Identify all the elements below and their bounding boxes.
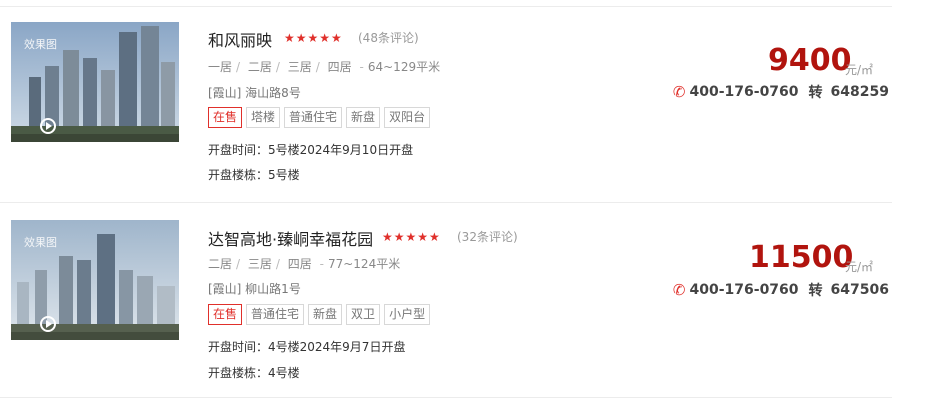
address: [霞山] 柳山路1号 bbox=[208, 282, 301, 296]
listing-name[interactable]: 和风丽映 bbox=[208, 27, 272, 51]
listing-name[interactable]: 达智高地·臻峒幸福花园 bbox=[208, 226, 373, 250]
listing-card[interactable]: 效果图 和风丽映 ★★★★★ (48条评论) 一居 / 二居 / 三居 / 四居 -6… bbox=[0, 0, 926, 190]
tag: 小户型 bbox=[384, 304, 431, 325]
phone-number[interactable]: ✆ 400-176-0760 转 648259 bbox=[673, 82, 889, 102]
listing-thumbnail[interactable]: 效果图 bbox=[11, 22, 179, 142]
price-unit: 元/㎡ bbox=[845, 63, 874, 77]
listing-card[interactable]: 效果图 达智高地·臻峒幸福花园 ★★★★★ (32条评论) 二居 / 三居 / 四居… bbox=[0, 198, 926, 388]
tag: 双阳台 bbox=[384, 107, 431, 128]
phone-ext-prefix: 转 bbox=[808, 85, 823, 101]
open-building: 开盘楼栋：5号楼 bbox=[208, 168, 300, 182]
tag-list: 在售 普通住宅 新盘 双卫 小户型 bbox=[208, 304, 431, 325]
phone-ext-prefix: 转 bbox=[808, 283, 823, 299]
tag: 双卫 bbox=[346, 304, 381, 325]
room-type: 二居 bbox=[247, 60, 272, 74]
price-unit: 元/㎡ bbox=[845, 260, 874, 274]
area-range: 77~124平米 bbox=[327, 257, 401, 271]
tag: 新盘 bbox=[346, 107, 381, 128]
star-icon: ★★★★★ bbox=[382, 230, 441, 244]
listing-thumbnail[interactable]: 效果图 bbox=[11, 220, 179, 340]
address: [霞山] 海山路8号 bbox=[208, 86, 301, 100]
room-type: 三居 bbox=[247, 257, 272, 271]
thumbnail-label: 效果图 bbox=[24, 38, 57, 51]
tag-on-sale: 在售 bbox=[208, 107, 243, 128]
tag: 新盘 bbox=[308, 304, 343, 325]
room-type: 二居 bbox=[208, 257, 233, 271]
tag: 塔楼 bbox=[246, 107, 281, 128]
play-circle-icon[interactable] bbox=[40, 118, 56, 134]
room-type: 四居 bbox=[327, 60, 352, 74]
phone-main: 400-176-0760 bbox=[689, 84, 799, 100]
area-range: 64~129平米 bbox=[367, 60, 441, 74]
play-circle-icon[interactable] bbox=[40, 316, 56, 332]
tag-on-sale: 在售 bbox=[208, 304, 243, 325]
tag: 普通住宅 bbox=[246, 304, 305, 325]
phone-number[interactable]: ✆ 400-176-0760 转 647506 bbox=[673, 280, 889, 300]
review-count-link[interactable]: (48条评论) bbox=[358, 29, 419, 46]
phone-ext: 648259 bbox=[830, 84, 889, 100]
phone-main: 400-176-0760 bbox=[689, 282, 799, 298]
price-value: 9400 bbox=[768, 43, 852, 78]
price-value: 11500 bbox=[749, 240, 854, 275]
review-count-link[interactable]: (32条评论) bbox=[457, 228, 518, 245]
room-types: 二居 / 三居 / 四居 -77~124平米 bbox=[208, 257, 401, 271]
room-type: 一居 bbox=[208, 60, 233, 74]
phone-icon: ✆ bbox=[672, 281, 686, 299]
room-type: 四居 bbox=[287, 257, 312, 271]
phone-icon: ✆ bbox=[672, 83, 686, 101]
open-time: 开盘时间：5号楼2024年9月10日开盘 bbox=[208, 143, 414, 157]
room-types: 一居 / 二居 / 三居 / 四居 -64~129平米 bbox=[208, 60, 441, 74]
star-icon: ★★★★★ bbox=[284, 31, 343, 45]
bottom-divider bbox=[0, 397, 892, 398]
thumbnail-label: 效果图 bbox=[24, 236, 57, 249]
tag-list: 在售 塔楼 普通住宅 新盘 双阳台 bbox=[208, 107, 431, 128]
phone-ext: 647506 bbox=[830, 282, 889, 298]
open-building: 开盘楼栋：4号楼 bbox=[208, 366, 300, 380]
open-time: 开盘时间：4号楼2024年9月7日开盘 bbox=[208, 340, 406, 354]
tag: 普通住宅 bbox=[284, 107, 343, 128]
room-type: 三居 bbox=[287, 60, 312, 74]
